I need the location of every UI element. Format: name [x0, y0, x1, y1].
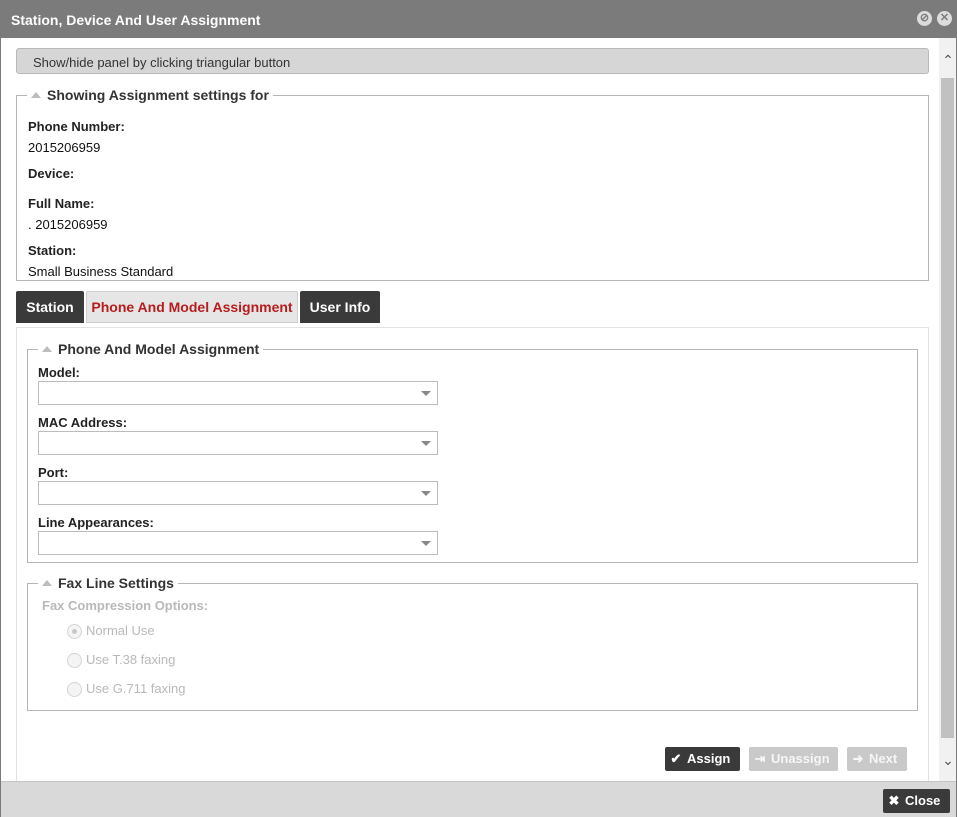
radio-normal-use[interactable]: [67, 624, 82, 639]
checkmark-icon: ✔: [670, 751, 682, 766]
close-window-icon[interactable]: ✕: [937, 11, 952, 26]
radio-normal-use-label[interactable]: Normal Use: [86, 623, 155, 638]
model-label: Model:: [38, 365, 80, 380]
assign-button-label: Assign: [687, 751, 731, 766]
port-label: Port:: [38, 465, 69, 480]
unassign-button[interactable]: ⇥ Unassign: [749, 747, 838, 771]
tab-phone-and-model-assignment[interactable]: Phone And Model Assignment: [86, 291, 298, 323]
phone-model-legend[interactable]: Phone And Model Assignment: [38, 341, 263, 357]
minimize-icon[interactable]: ⊘: [917, 11, 932, 26]
collapse-triangle-icon[interactable]: [42, 346, 52, 352]
device-label: Device:: [28, 166, 75, 181]
title-bar: Station, Device And User Assignment ⊘ ✕: [1, 1, 956, 38]
station-value: Small Business Standard: [28, 264, 174, 279]
next-button-label: Next: [869, 751, 898, 766]
radio-g711-faxing[interactable]: [67, 682, 82, 697]
station-label: Station:: [28, 243, 77, 258]
tab-station[interactable]: Station: [16, 291, 84, 323]
collapse-triangle-icon[interactable]: [42, 580, 52, 586]
line-appearances-label: Line Appearances:: [38, 515, 154, 530]
dialog-content: Show/hide panel by clicking triangular b…: [1, 38, 939, 781]
scroll-down-icon[interactable]: ⌄: [942, 753, 954, 767]
phone-number-label: Phone Number:: [28, 119, 125, 134]
close-button[interactable]: ✖ Close: [883, 789, 950, 813]
radio-t38-faxing[interactable]: [67, 653, 82, 668]
chevron-down-icon: [421, 441, 431, 446]
full-name-label: Full Name:: [28, 196, 95, 211]
chevron-down-icon: [421, 491, 431, 496]
phone-number-value: 2015206959: [28, 140, 101, 155]
unassign-icon: ⇥: [754, 751, 766, 766]
chevron-down-icon: [421, 541, 431, 546]
port-select[interactable]: [38, 481, 438, 505]
assignment-dialog: Station, Device And User Assignment ⊘ ✕ …: [0, 0, 957, 817]
tab-user-info[interactable]: User Info: [300, 291, 380, 323]
phone-model-panel: Phone And Model Assignment Model: MAC Ad…: [27, 341, 918, 563]
fax-line-legend[interactable]: Fax Line Settings: [38, 575, 178, 591]
fax-line-panel: Fax Line Settings Fax Compression Option…: [27, 575, 918, 711]
scrollbar-thumb[interactable]: [941, 78, 954, 738]
assignment-legend-text: Showing Assignment settings for: [47, 87, 269, 103]
vertical-scrollbar[interactable]: ⌃ ⌄: [939, 38, 956, 781]
phone-model-legend-text: Phone And Model Assignment: [58, 341, 260, 357]
radio-t38-faxing-label[interactable]: Use T.38 faxing: [86, 652, 175, 667]
assignment-settings-panel: Showing Assignment settings for Phone Nu…: [16, 87, 929, 281]
full-name-value: . 2015206959: [28, 217, 108, 232]
arrow-right-icon: ➜: [852, 751, 864, 766]
hint-bar[interactable]: Show/hide panel by clicking triangular b…: [16, 48, 929, 74]
next-button[interactable]: ➜ Next: [847, 747, 907, 771]
mac-address-select[interactable]: [38, 431, 438, 455]
model-select[interactable]: [38, 381, 438, 405]
radio-g711-faxing-label[interactable]: Use G.711 faxing: [86, 681, 185, 696]
fax-legend-text: Fax Line Settings: [58, 575, 174, 591]
dialog-footer: ✖ Close: [1, 781, 956, 817]
dialog-title: Station, Device And User Assignment: [11, 12, 261, 28]
close-button-label: Close: [905, 793, 941, 808]
tab-panel: Phone And Model Assignment Model: MAC Ad…: [16, 327, 929, 781]
unassign-button-label: Unassign: [771, 751, 830, 766]
close-icon: ✖: [888, 793, 900, 808]
chevron-down-icon: [421, 391, 431, 396]
line-appearances-select[interactable]: [38, 531, 438, 555]
scroll-up-icon[interactable]: ⌃: [942, 53, 954, 67]
fax-compression-label: Fax Compression Options:: [42, 598, 209, 613]
assign-button[interactable]: ✔ Assign: [665, 747, 740, 771]
collapse-triangle-icon[interactable]: [31, 92, 41, 98]
assignment-settings-legend[interactable]: Showing Assignment settings for: [27, 87, 273, 103]
mac-address-label: MAC Address:: [38, 415, 128, 430]
